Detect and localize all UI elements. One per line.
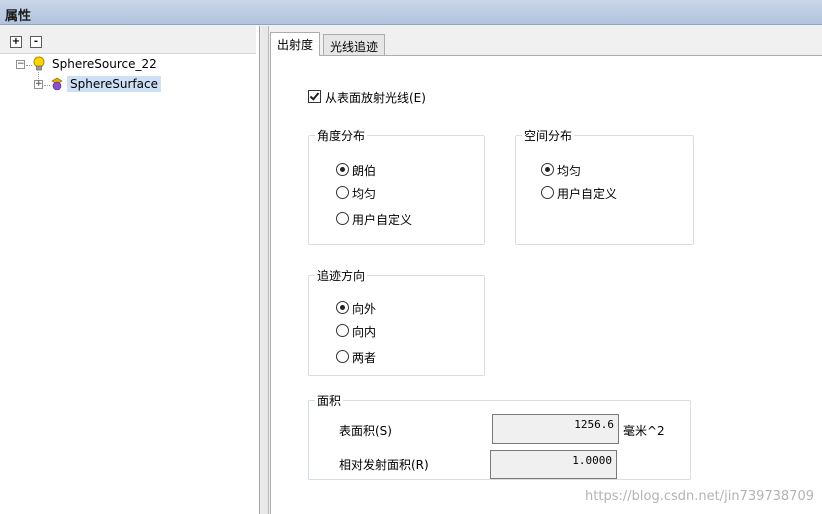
relative-area-field: 1.0000 bbox=[490, 450, 617, 479]
radio-spatial-uniform-label: 均匀 bbox=[557, 164, 582, 178]
radio-angular-uniform[interactable] bbox=[336, 186, 349, 199]
collapse-all-button[interactable]: - bbox=[30, 36, 42, 48]
properties-panel: 出射度 光线追迹 从表面放射光线(E) 角度分布 朗伯 均匀 用户自定义 空间分… bbox=[270, 26, 822, 514]
tree-item-spheresurface[interactable]: SphereSurface bbox=[67, 76, 161, 92]
radio-angular-user-defined[interactable] bbox=[336, 212, 349, 225]
tree-panel: + - − SphereSource_22 + SphereSurface bbox=[0, 26, 260, 514]
surface-area-label: 表面积(S) bbox=[339, 424, 392, 438]
emit-from-surface-label: 从表面放射光线(E) bbox=[325, 91, 426, 105]
spatial-distribution-group: 空间分布 均匀 用户自定义 bbox=[515, 127, 694, 245]
trace-direction-group: 追迹方向 向外 向内 两者 bbox=[308, 267, 485, 376]
radio-outward-label: 向外 bbox=[352, 302, 377, 316]
tab-exitance[interactable]: 出射度 bbox=[270, 32, 321, 56]
tree-toolbar: + - bbox=[0, 26, 256, 54]
trace-direction-title: 追迹方向 bbox=[315, 267, 368, 284]
tab-content: 从表面放射光线(E) 角度分布 朗伯 均匀 用户自定义 空间分布 均匀 用户自定… bbox=[270, 55, 822, 514]
radio-spatial-user-defined-label: 用户自定义 bbox=[557, 187, 618, 201]
area-title: 面积 bbox=[315, 392, 344, 409]
radio-both[interactable] bbox=[336, 350, 349, 363]
radio-angular-user-defined-label: 用户自定义 bbox=[352, 213, 413, 227]
properties-titlebar: 属性 bbox=[0, 0, 822, 25]
expand-all-button[interactable]: + bbox=[10, 36, 22, 48]
surface-area-unit: 毫米^2 bbox=[623, 424, 665, 438]
angular-distribution-title: 角度分布 bbox=[315, 127, 368, 144]
radio-both-label: 两者 bbox=[352, 351, 377, 365]
sphere-surface-icon bbox=[51, 77, 63, 91]
angular-distribution-group: 角度分布 朗伯 均匀 用户自定义 bbox=[308, 127, 485, 245]
panel-splitter[interactable] bbox=[261, 26, 269, 514]
relative-area-label: 相对发射面积(R) bbox=[339, 458, 429, 472]
tree-item-spheresource[interactable]: SphereSource_22 bbox=[49, 56, 160, 72]
radio-lambertian[interactable] bbox=[336, 163, 349, 176]
radio-outward[interactable] bbox=[336, 301, 349, 314]
watermark: https://blog.csdn.net/jin739738709 bbox=[585, 489, 814, 504]
lightbulb-icon bbox=[33, 56, 45, 71]
window-title: 属性 bbox=[5, 9, 32, 24]
radio-inward-label: 向内 bbox=[352, 325, 377, 339]
spatial-distribution-title: 空间分布 bbox=[522, 127, 575, 144]
area-group: 面积 表面积(S) 1256.6 毫米^2 相对发射面积(R) 1.0000 bbox=[308, 392, 691, 480]
radio-inward[interactable] bbox=[336, 324, 349, 337]
radio-spatial-user-defined[interactable] bbox=[541, 186, 554, 199]
emit-from-surface-checkbox[interactable] bbox=[308, 90, 321, 103]
tree-child-expand-toggle[interactable]: + bbox=[34, 80, 43, 89]
tab-ray-tracing[interactable]: 光线追迹 bbox=[323, 34, 386, 56]
surface-area-field: 1256.6 bbox=[492, 414, 619, 444]
radio-angular-uniform-label: 均匀 bbox=[352, 187, 377, 201]
radio-spatial-uniform[interactable] bbox=[541, 163, 554, 176]
tree-root-collapse-toggle[interactable]: − bbox=[16, 60, 25, 69]
checkmark-icon bbox=[309, 90, 320, 101]
radio-lambertian-label: 朗伯 bbox=[352, 164, 377, 178]
